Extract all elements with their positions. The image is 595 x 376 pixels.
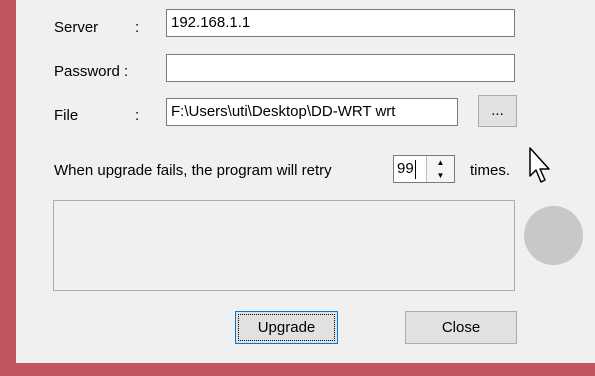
file-path-input[interactable]: F:\Users\uti\Desktop\DD-WRT wrt (166, 98, 458, 126)
server-label: Server (54, 19, 99, 36)
server-input[interactable]: 192.168.1.1 (166, 9, 515, 37)
spin-up-arrow-icon[interactable]: ▲ (427, 156, 454, 169)
retry-count-spinner[interactable]: 99 ▲ ▼ (393, 155, 455, 183)
spin-down-arrow-icon[interactable]: ▼ (427, 169, 454, 182)
upgrade-button[interactable]: Upgrade (235, 311, 338, 344)
status-indicator-circle-icon (524, 206, 583, 265)
close-button[interactable]: Close (405, 311, 517, 344)
file-label: File (54, 107, 79, 124)
retry-count-value[interactable]: 99 (397, 159, 414, 179)
text-caret (415, 160, 416, 179)
server-colon: : (135, 19, 140, 36)
spinner-buttons[interactable]: ▲ ▼ (426, 156, 454, 182)
log-area (53, 200, 515, 291)
retry-suffix-text: times. (470, 162, 511, 179)
password-input[interactable] (166, 54, 515, 82)
window-frame-left (0, 0, 16, 376)
browse-button[interactable]: ... (478, 95, 517, 127)
retry-prefix-text: When upgrade fails, the program will ret… (54, 162, 332, 179)
mouse-pointer-icon (529, 147, 550, 183)
window-frame-bottom (0, 363, 595, 376)
password-label: Password : (54, 63, 129, 80)
file-colon: : (135, 107, 140, 124)
